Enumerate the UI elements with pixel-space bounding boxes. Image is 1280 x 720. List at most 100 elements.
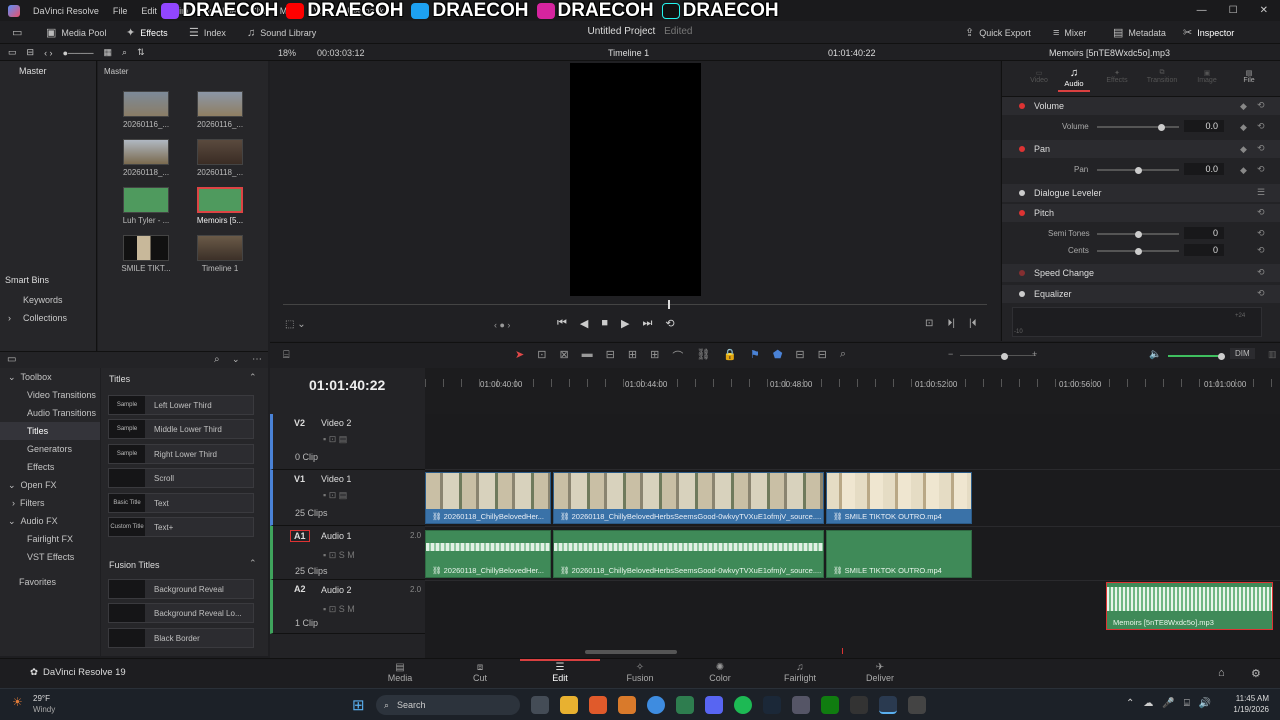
title-item[interactable]: Scroll [108,468,254,488]
xbox-icon[interactable] [676,696,694,714]
enable-dot-icon[interactable] [1019,190,1025,196]
chrome-icon[interactable] [647,696,665,714]
inspector-button[interactable]: ✂ Inspector [1183,21,1234,44]
insert-clip-icon[interactable]: ⊟ [606,348,615,364]
jog-control-icon[interactable]: ‹ ● › [494,320,510,330]
detail-zoom-icon[interactable]: ⊟ [818,348,827,364]
track-lock-icon[interactable]: ▪ ⊡ ▤ [323,434,347,445]
linked-selection-icon[interactable]: ⛓ [696,348,710,364]
monitor-volume-slider[interactable] [1168,355,1221,357]
zoom-level[interactable]: 18% [278,44,296,61]
video-clip[interactable]: ⛓ 20260118_ChillyBelovedHer... [425,472,551,524]
grid-view-icon[interactable]: ▦ [104,47,113,58]
volume-slider[interactable] [1097,126,1179,128]
marker-icon[interactable]: ⬟ [773,348,783,364]
audio-clip-selected[interactable]: Memoirs [5nTE8Wxdc5o].mp3 [1106,582,1273,630]
reset-icon[interactable]: ⟲ [1257,100,1265,111]
more-options-icon[interactable]: ⋯ [252,354,262,365]
pan-section[interactable]: Pan [1002,140,1280,158]
pan-value[interactable]: 0.0 [1184,163,1224,175]
timeline-zoom-knob[interactable] [1001,352,1008,360]
sidebar-toggle-icon[interactable]: ▭ [8,47,17,58]
collections-chevron-icon[interactable]: › [8,313,11,323]
pan-slider-knob[interactable] [1135,166,1142,174]
quick-export-button[interactable]: ⇪ Quick Export [965,21,1031,44]
fx-category-titles[interactable]: Titles [0,422,100,440]
fx-category-audio-transitions[interactable]: Audio Transitions [0,404,100,422]
audio-clip[interactable]: ⛓ SMILE TIKTOK OUTRO.mp4 [826,530,972,578]
monitor-volume-knob[interactable] [1218,352,1225,360]
weather-icon[interactable]: ☀ [12,695,23,709]
weather-temp[interactable]: 29°F [33,694,50,703]
play-icon[interactable]: ▶ [621,317,629,330]
taskbar-search[interactable]: ⌕ Search [376,695,520,715]
library-sidebar-icon[interactable]: ▭ [7,354,16,365]
title-item[interactable]: Custom Title Text+ [108,517,254,537]
settings-icon[interactable]: ☰ [1257,187,1265,198]
reset-icon[interactable]: ⟲ [1257,121,1265,132]
enable-dot-icon[interactable] [1019,103,1025,109]
track-lock-icon[interactable]: ▪ ⊡ ▤ [323,490,347,501]
home-icon[interactable]: ⌂ [1218,667,1225,679]
page-media[interactable]: ▤ Media [360,659,440,689]
skip-end-icon[interactable]: ⏭ [643,317,653,330]
enable-dot-icon[interactable] [1019,210,1025,216]
reset-icon[interactable]: ⟲ [1257,228,1265,239]
fx-category-fairlight-fx[interactable]: Fairlight FX [0,530,100,548]
title-item[interactable]: Sample Right Lower Third [108,444,254,464]
selection-tool-icon[interactable]: ➤ [515,348,524,364]
steam-icon[interactable] [763,696,781,714]
timeline-name[interactable]: Timeline 1 [608,44,649,61]
reset-icon[interactable]: ⟲ [1257,143,1265,154]
loop-icon[interactable]: ⟲ [665,317,674,330]
cents-slider-knob[interactable] [1135,247,1142,255]
track-solo-mute-icon[interactable]: ▪ ⊡ S M [323,604,355,615]
close-icon[interactable]: ✕ [1260,5,1268,16]
position-lock-icon[interactable]: 🔒 [723,348,737,364]
fx-category-vst-effects[interactable]: VST Effects [0,548,100,566]
viewer-frame[interactable] [570,63,701,296]
title-item[interactable]: Sample Middle Lower Third [108,419,254,439]
track-solo-mute-icon[interactable]: ▪ ⊡ S M [323,550,355,561]
equalizer-graph[interactable] [1012,307,1262,337]
semitones-slider-knob[interactable] [1135,230,1142,238]
enable-dot-icon[interactable] [1019,270,1025,276]
sound-library-button[interactable]: ♫ Sound Library [247,21,316,44]
timeline-ruler[interactable]: 01:00:40:00 01:00:44:00 01:00:48:00 01:0… [425,368,1280,414]
fx-category-generators[interactable]: Generators [0,440,100,458]
enable-dot-icon[interactable] [1019,146,1025,152]
bin-chevron-icon[interactable]: ‹ › [44,48,53,58]
task-view-icon[interactable] [531,696,549,714]
custom-zoom-icon[interactable]: ⌕ [840,348,846,364]
overwrite-clip-icon[interactable]: ⊞ [628,348,637,364]
track-header-v1[interactable]: V1 Video 1 ▪ ⊡ ▤ 25 Clips [270,470,425,526]
smart-bin-keywords[interactable]: Keywords [23,295,63,305]
bin-list-icon[interactable]: ⊟ [27,47,35,58]
fx-category-video-transitions[interactable]: Video Transitions [0,386,100,404]
viewer-scrubber[interactable] [283,304,987,305]
page-cut[interactable]: ⧈ Cut [440,659,520,689]
chevron-up-icon[interactable]: ⌃ [1126,698,1134,709]
timeline-scrollbar[interactable] [585,650,677,654]
zoom-out-icon[interactable]: − [948,349,953,359]
reset-icon[interactable]: ⟲ [1257,207,1265,218]
page-edit[interactable]: ☰ Edit [520,659,600,689]
toolbox-group[interactable]: ⌄ Toolbox [8,372,52,383]
keyframe-icon[interactable]: ◆ [1240,165,1247,176]
mixer-button[interactable]: ≡ Mixer [1053,21,1086,44]
davinci-taskbar-icon[interactable] [879,696,897,714]
track-header-v2[interactable]: V2 Video 2 ▪ ⊡ ▤ 0 Clip [270,414,425,470]
volume-section[interactable]: Volume [1002,97,1280,115]
mic-icon[interactable]: 🎤 [1162,698,1174,709]
discord-icon[interactable] [705,696,723,714]
pitch-section[interactable]: Pitch [1002,204,1280,222]
panel-toggle-icon[interactable]: ▭ [12,21,22,44]
pool-clip-thumbnail[interactable] [123,139,169,165]
settings-gear-icon[interactable]: ⚙ [1251,667,1261,680]
video-clip[interactable]: ⛓ 20260118_ChillyBelovedHerbsSeemsGood-0… [553,472,824,524]
maximize-icon[interactable]: ☐ [1229,5,1238,16]
pool-clip-thumbnail[interactable] [197,91,243,117]
dim-button[interactable]: DIM [1230,348,1255,359]
volume-value[interactable]: 0.0 [1184,120,1224,132]
search-icon[interactable]: ⌕ [214,354,220,365]
